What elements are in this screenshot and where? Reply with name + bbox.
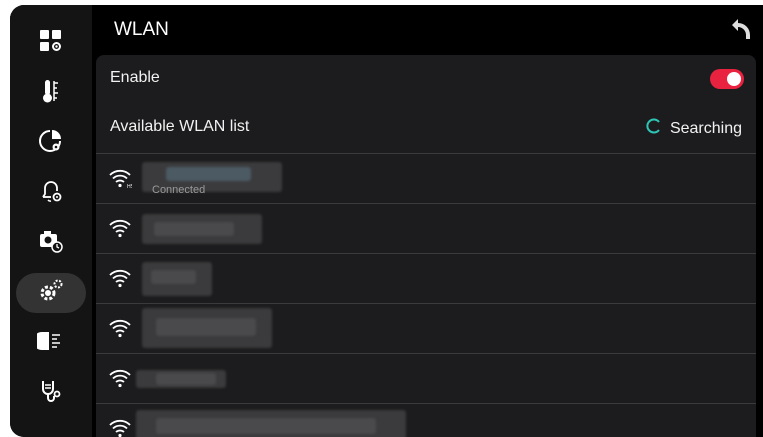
- stethoscope-icon: [37, 377, 65, 410]
- back-arrow-icon: [729, 15, 755, 46]
- sidebar: [10, 5, 92, 437]
- wifi-icon: HS: [108, 167, 134, 190]
- thermometer-icon: [37, 77, 65, 110]
- network-row-4[interactable]: [96, 304, 756, 353]
- masked-ssid-text: [156, 373, 216, 385]
- sidebar-item-medical[interactable]: [16, 373, 86, 413]
- masked-ssid-text: [156, 418, 376, 434]
- wifi-icon: [108, 367, 132, 389]
- list-label: Available WLAN list: [110, 118, 250, 135]
- list-header-row: Available WLAN list Searching: [96, 104, 756, 153]
- wifi-icon: [108, 217, 132, 239]
- page-title: WLAN: [114, 19, 169, 40]
- sidebar-item-signal[interactable]: [16, 323, 86, 363]
- spinner-icon: [646, 118, 662, 139]
- sidebar-item-alarms[interactable]: [16, 173, 86, 213]
- masked-ssid-text: [156, 318, 256, 336]
- status-text: Searching: [669, 119, 742, 137]
- connection-status: Connected: [152, 184, 206, 196]
- header-bar: WLAN: [96, 5, 763, 57]
- wlan-panel: Enable Available WLAN list Searching H C…: [96, 55, 756, 437]
- signal-icon: [33, 327, 65, 360]
- enable-label: Enable: [110, 69, 160, 86]
- sidebar-item-system[interactable]: [16, 273, 86, 313]
- enable-toggle[interactable]: [710, 69, 744, 89]
- enable-row: Enable: [96, 55, 756, 104]
- masked-ssid-text: [166, 167, 251, 181]
- sidebar-item-camera[interactable]: [16, 223, 86, 263]
- wifi-icon: [108, 317, 132, 339]
- network-row-1[interactable]: HS Connected: [96, 154, 756, 203]
- sidebar-item-apps[interactable]: [16, 23, 86, 63]
- camera-timer-icon: [37, 227, 65, 260]
- wifi-icon: [108, 267, 132, 289]
- apps-settings-icon: [37, 27, 65, 60]
- device-screen: WLAN Enable Available WLAN list Searchin…: [10, 5, 763, 437]
- bell-settings-icon: [37, 177, 65, 210]
- network-row-3[interactable]: [96, 254, 756, 303]
- masked-ssid-text: [154, 222, 234, 236]
- gears-icon: [37, 277, 65, 310]
- network-row-5[interactable]: [96, 354, 756, 403]
- network-row-6[interactable]: [96, 404, 756, 437]
- toggle-knob: [727, 72, 741, 86]
- svg-text:HS: HS: [127, 184, 132, 189]
- wifi-icon: [108, 417, 132, 437]
- pie-settings-icon: [37, 127, 65, 160]
- sidebar-item-reports[interactable]: [16, 123, 86, 163]
- sidebar-item-temperature[interactable]: [16, 73, 86, 113]
- network-row-2[interactable]: [96, 204, 756, 253]
- back-button[interactable]: [727, 15, 757, 45]
- masked-ssid-text: [151, 270, 196, 284]
- search-status: Searching: [646, 118, 742, 139]
